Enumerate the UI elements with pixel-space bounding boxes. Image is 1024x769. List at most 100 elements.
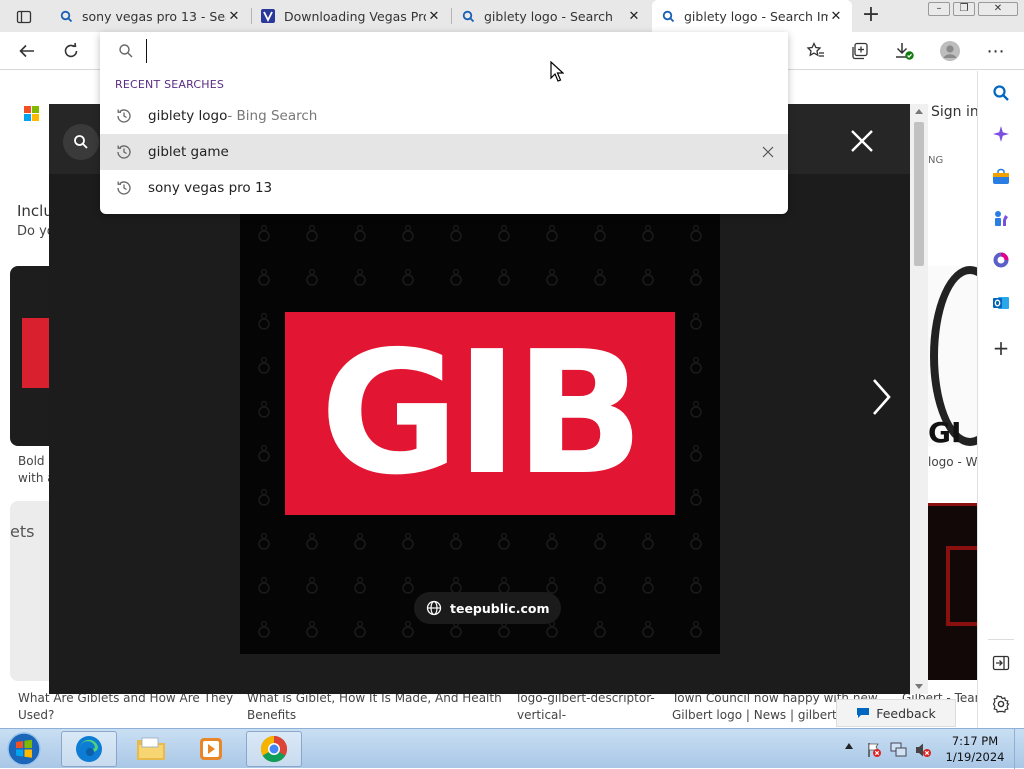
start-button[interactable]: [4, 730, 44, 768]
back-arrow-icon: [19, 44, 34, 58]
image-source-link[interactable]: teepublic.com: [414, 592, 562, 624]
sidebar-shopping-button[interactable]: [990, 166, 1012, 188]
viewer-image[interactable]: GIB teepublic.com: [240, 214, 720, 654]
minimize-button[interactable]: –: [928, 2, 950, 16]
right-card-caption: logo - Wo: [928, 455, 977, 469]
shopping-bag-icon: [993, 168, 1009, 184]
recent-searches-label: RECENT SEARCHES: [115, 78, 225, 91]
tab-actions-button[interactable]: [10, 6, 38, 28]
right-result-card-2[interactable]: [928, 503, 977, 680]
office-icon: [993, 252, 1009, 268]
suggestion-row[interactable]: giblet game: [100, 134, 788, 170]
close-icon[interactable]: ✕: [828, 9, 844, 24]
collections-button[interactable]: [845, 37, 875, 65]
refresh-button[interactable]: [56, 37, 86, 65]
search-icon: [993, 85, 1009, 101]
tab-giblety-logo-search[interactable]: giblety logo - Search ✕: [452, 0, 650, 32]
history-icon: [100, 107, 148, 125]
restore-button[interactable]: ❐: [953, 2, 975, 16]
search-icon: [74, 135, 88, 149]
tab-sony-vegas[interactable]: sony vegas pro 13 - Searc ✕: [50, 0, 250, 32]
sidebar-add-button[interactable]: +: [990, 336, 1012, 360]
close-icon[interactable]: ✕: [626, 9, 642, 24]
tab-strip: sony vegas pro 13 - Searc ✕ Downloading …: [0, 0, 1024, 32]
settings-more-button[interactable]: ⋯: [981, 37, 1011, 65]
edge-icon: [76, 736, 102, 762]
more-icon: ⋯: [986, 40, 1006, 62]
suggestion-text: sony vegas pro 13: [148, 180, 273, 196]
tab-downloading-vegas[interactable]: Downloading Vegas Pro 1 ✕: [252, 0, 450, 32]
windows-start-icon: [7, 732, 41, 766]
suggestion-text: giblet game: [148, 144, 229, 160]
action-center-flag-icon[interactable]: [866, 742, 882, 758]
collapse-sidebar-icon: [992, 655, 1010, 671]
folder-icon: [137, 737, 165, 760]
result-caption: Used?: [18, 708, 55, 722]
image-source-label: teepublic.com: [450, 600, 550, 616]
taskbar-media-player[interactable]: [183, 731, 239, 767]
address-input[interactable]: [146, 39, 766, 63]
close-icon[interactable]: ✕: [426, 9, 442, 24]
viewer-close-button[interactable]: [847, 126, 877, 156]
tab-title: Downloading Vegas Pro 1: [284, 8, 426, 24]
address-bar-dropdown: RECENT SEARCHES giblety logo - Bing Sear…: [100, 32, 788, 214]
gear-icon: [992, 695, 1010, 713]
suggestion-text: giblety logo: [148, 108, 228, 124]
history-icon: [100, 179, 148, 197]
viewer-search-button[interactable]: [63, 124, 99, 160]
tab-title: giblety logo - Search: [484, 8, 613, 24]
tray-overflow-button[interactable]: [845, 743, 853, 749]
globe-icon: [426, 600, 442, 616]
tab-giblety-logo-images[interactable]: giblety logo - Search Ima ✕: [652, 0, 852, 32]
taskbar-edge[interactable]: [61, 731, 117, 767]
new-tab-button[interactable]: +: [858, 4, 884, 28]
next-image-button[interactable]: [861, 372, 901, 422]
taskbar-explorer[interactable]: [123, 731, 179, 767]
suggestion-row[interactable]: giblety logo - Bing Search: [100, 98, 788, 134]
sidebar-settings-button[interactable]: [990, 693, 1012, 715]
close-window-button[interactable]: ✕: [978, 2, 1018, 16]
right-result-card[interactable]: GI: [928, 266, 977, 446]
profile-button[interactable]: [935, 37, 965, 65]
star-list-icon: [806, 41, 824, 57]
sidebar-outlook-button[interactable]: [990, 292, 1012, 314]
left-result-card[interactable]: [10, 266, 50, 446]
windows-taskbar: 7:17 PM 1/19/2024: [0, 728, 1024, 769]
downloads-button[interactable]: [889, 37, 919, 65]
close-icon[interactable]: ✕: [226, 9, 242, 24]
refresh-icon: [64, 42, 78, 58]
sidebar-office-button[interactable]: [990, 249, 1012, 271]
system-clock[interactable]: 7:17 PM 1/19/2024: [940, 733, 1010, 765]
result-caption: Gilbert logo | News | gilbertsun: [672, 708, 859, 722]
sidebar-hide-button[interactable]: [990, 652, 1012, 674]
media-player-icon: [200, 738, 222, 760]
tab-actions-icon: [16, 10, 32, 24]
result-caption: vertical-: [517, 708, 567, 722]
side-label: NG: [928, 155, 944, 166]
avatar-icon: [940, 41, 960, 61]
taskbar-chrome[interactable]: [246, 731, 302, 767]
left-card-small-title: ets: [10, 522, 35, 541]
sidebar-copilot-button[interactable]: [990, 123, 1012, 145]
tab-title: giblety logo - Search Ima: [684, 8, 828, 24]
show-desktop-button[interactable]: [1014, 729, 1024, 769]
remove-suggestion-button[interactable]: [748, 146, 788, 158]
sign-in-link[interactable]: Sign in: [931, 104, 977, 120]
feedback-button[interactable]: Feedback: [836, 699, 956, 727]
sidebar-search-button[interactable]: [990, 82, 1012, 104]
network-icon[interactable]: [890, 741, 908, 759]
volume-muted-icon[interactable]: [914, 741, 932, 759]
scrollbar-thumb[interactable]: [914, 122, 924, 266]
page-scrollbar[interactable]: [910, 104, 928, 694]
sidebar-games-button[interactable]: [990, 207, 1012, 229]
search-icon: [660, 8, 676, 24]
microsoft-logo-icon: [24, 106, 40, 122]
result-caption: Benefits: [247, 708, 297, 722]
back-button[interactable]: [12, 37, 42, 65]
favorites-button[interactable]: [801, 37, 831, 65]
outlook-icon: [993, 297, 1009, 309]
vegas-icon: [260, 8, 276, 24]
search-icon: [58, 8, 74, 24]
close-icon: [762, 146, 774, 158]
suggestion-row[interactable]: sony vegas pro 13: [100, 170, 788, 206]
